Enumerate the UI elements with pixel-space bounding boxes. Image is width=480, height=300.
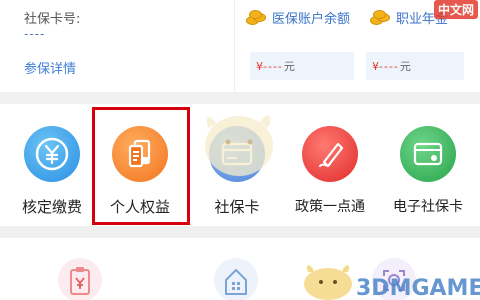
coin-stack-icon [370,9,392,26]
service-verify-payment[interactable]: 核定缴费 [12,126,92,217]
amount-unit: 元 [283,60,295,73]
watermark-mascot-icon [304,265,352,300]
amount-unit: 元 [399,60,411,73]
currency-symbol: ¥ [256,59,263,73]
medical-balance-amount: ¥ ---- 元 [250,52,354,80]
occupational-annuity-amount: ¥ ---- 元 [366,52,464,80]
service-policy-guide[interactable]: 政策一点通 [290,126,370,216]
social-card-number-value: ---- [24,27,46,41]
pen-icon [302,126,358,182]
yen-coin-icon [24,126,80,182]
medical-balance-label: 医保账户余额 [272,12,351,27]
e-card-icon [400,126,456,182]
section-separator [0,226,480,238]
service-label: 社保卡 [214,198,260,216]
coin-stack-icon [246,9,268,26]
amount-value: ---- [379,59,399,73]
medical-balance-stat[interactable]: 医保账户余额 [246,8,350,27]
service-label: 政策一点通 [295,199,365,215]
building-icon[interactable] [214,258,258,300]
yen-clipboard-icon[interactable] [58,258,102,300]
account-card: 社保卡号: ---- 参保详情 医保账户余额 职业年金 ¥ ---- 元 ¥ -… [0,0,480,92]
amount-value: ---- [263,59,283,73]
section-separator [0,92,480,104]
card-divider [234,0,235,92]
watermark-bottom: 3DMGAME [356,276,480,300]
social-card-number-label: 社保卡号: [24,12,81,27]
mascot-watermark-icon [205,115,273,176]
service-label: 电子社保卡 [393,199,463,215]
highlight-box [92,107,190,225]
insurance-details-link[interactable]: 参保详情 [24,58,76,77]
watermark-top: 中文网 [433,0,478,19]
service-label: 核定缴费 [21,198,82,216]
currency-symbol: ¥ [372,59,379,73]
service-e-social-card[interactable]: 电子社保卡 [388,126,468,216]
